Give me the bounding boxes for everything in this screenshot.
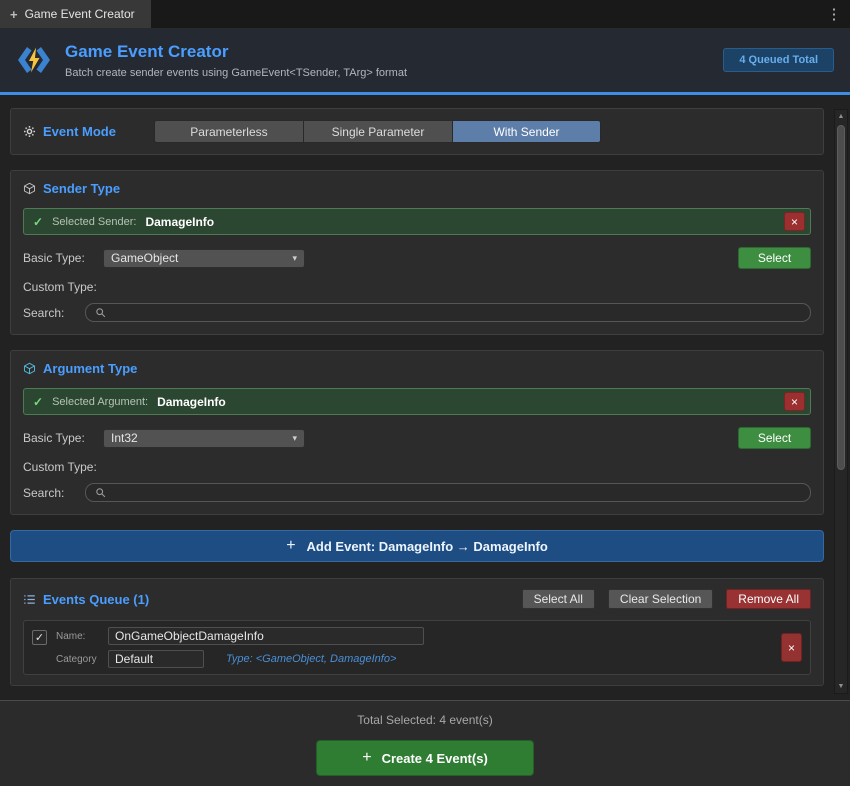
event-name-input[interactable] <box>108 627 424 645</box>
argument-search-box <box>85 483 811 502</box>
event-mode-title-row: Event Mode <box>23 124 116 139</box>
main-content: Event Mode Parameterless Single Paramete… <box>0 95 850 700</box>
queue-item-checkbox[interactable]: ✓ <box>32 630 47 645</box>
cube-icon <box>23 362 36 375</box>
argument-basic-type-row: Basic Type: Int32 ▾ Select <box>23 427 811 449</box>
search-icon <box>96 308 106 318</box>
selected-argument-value: DamageInfo <box>157 394 226 409</box>
queue-item: ✓ Name: Category Type: <GameObject, Dama… <box>23 620 811 675</box>
create-events-button[interactable]: + Create 4 Event(s) <box>316 740 534 776</box>
clear-argument-button[interactable]: × <box>784 392 805 411</box>
selected-argument-label: Selected Argument: <box>52 395 149 408</box>
sender-search-box <box>85 303 811 322</box>
footer-bar: Total Selected: 4 event(s) + Create 4 Ev… <box>0 700 850 786</box>
events-queue-title: Events Queue (1) <box>43 591 150 607</box>
queued-total-badge: 4 Queued Total <box>723 48 834 72</box>
clear-sender-button[interactable]: × <box>784 212 805 231</box>
argument-selected-row: ✓ Selected Argument: DamageInfo × <box>23 388 811 415</box>
add-event-label: Add Event: DamageInfo → DamageInfo <box>306 538 548 554</box>
sender-search-label: Search: <box>23 305 65 320</box>
select-all-button[interactable]: Select All <box>521 589 595 609</box>
sender-selected-row: ✓ Selected Sender: DamageInfo × <box>23 208 811 235</box>
remove-event-button[interactable]: × <box>781 633 802 662</box>
clear-selection-button[interactable]: Clear Selection <box>607 589 714 609</box>
event-mode-title: Event Mode <box>43 124 116 139</box>
remove-all-button[interactable]: Remove All <box>726 589 811 609</box>
add-event-button[interactable]: + Add Event: DamageInfo → DamageInfo <box>10 530 824 562</box>
event-category-input[interactable] <box>108 650 204 668</box>
events-queue-section: Events Queue (1) Select All Clear Select… <box>10 578 824 686</box>
argument-basic-type-dropdown[interactable]: Int32 ▾ <box>103 428 305 448</box>
argument-search-input[interactable] <box>112 485 801 500</box>
event-type-info: Type: <GameObject, DamageInfo> <box>226 653 397 665</box>
event-mode-toggle-group: Parameterless Single Parameter With Send… <box>153 120 601 143</box>
events-queue-title-row: Events Queue (1) <box>23 592 149 607</box>
queue-item-fields: Name: Category Type: <GameObject, Damage… <box>56 627 772 668</box>
sender-basic-type-row: Basic Type: GameObject ▾ Select <box>23 247 811 269</box>
sender-basic-type-dropdown[interactable]: GameObject ▾ <box>103 248 305 268</box>
chevron-down-icon: ▾ <box>292 252 297 263</box>
page-subtitle: Batch create sender events using GameEve… <box>65 66 407 79</box>
sender-custom-type-row: Custom Type: <box>23 280 811 294</box>
sender-select-button[interactable]: Select <box>738 247 811 269</box>
scrollbar-track[interactable] <box>835 123 847 680</box>
argument-select-button[interactable]: Select <box>738 427 811 449</box>
tab-plus-icon: + <box>10 6 18 22</box>
tab-title: Game Event Creator <box>24 7 135 21</box>
page-title: Game Event Creator <box>65 41 229 61</box>
argument-search-label: Search: <box>23 485 65 500</box>
argument-search-row: Search: <box>23 483 811 502</box>
argument-basic-type-label: Basic Type: <box>23 431 85 445</box>
check-icon: ✓ <box>33 214 44 229</box>
scrollbar-thumb[interactable] <box>837 125 845 471</box>
tab-bar: + Game Event Creator ⋮ <box>0 0 850 28</box>
sender-type-title-row: Sender Type <box>23 181 811 196</box>
name-label: Name: <box>56 630 86 642</box>
header: Game Event Creator Batch create sender e… <box>0 28 850 92</box>
tab-game-event-creator[interactable]: + Game Event Creator <box>0 0 151 28</box>
sender-type-section: Sender Type ✓ Selected Sender: DamageInf… <box>10 170 824 335</box>
sender-basic-type-label: Basic Type: <box>23 251 85 265</box>
plus-icon: + <box>286 537 296 554</box>
queue-item-name-row: Name: <box>56 627 772 645</box>
vertical-scrollbar: ▲ ▼ <box>834 109 848 694</box>
check-icon: ✓ <box>33 394 44 409</box>
mode-parameterless-button[interactable]: Parameterless <box>153 120 303 143</box>
gear-icon <box>23 125 36 138</box>
sender-type-title: Sender Type <box>43 181 121 196</box>
chevron-down-icon: ▾ <box>292 432 297 443</box>
create-events-label: Create 4 Event(s) <box>381 750 488 766</box>
argument-type-section: Argument Type ✓ Selected Argument: Damag… <box>10 350 824 515</box>
sender-basic-type-value: GameObject <box>111 251 179 265</box>
event-mode-section: Event Mode Parameterless Single Paramete… <box>10 108 824 155</box>
cube-icon <box>23 182 36 195</box>
lightning-logo-icon <box>18 47 50 73</box>
argument-custom-type-row: Custom Type: <box>23 460 811 474</box>
category-label: Category <box>56 653 97 665</box>
argument-custom-type-label: Custom Type: <box>23 460 97 474</box>
plus-icon: + <box>362 749 372 766</box>
selected-sender-value: DamageInfo <box>145 214 215 229</box>
argument-basic-type-value: Int32 <box>111 431 138 445</box>
events-queue-header: Events Queue (1) Select All Clear Select… <box>23 589 811 609</box>
sender-custom-type-label: Custom Type: <box>23 280 97 294</box>
kebab-menu-icon[interactable]: ⋮ <box>818 0 850 28</box>
list-icon <box>24 594 35 604</box>
mode-with-sender-button[interactable]: With Sender <box>451 120 601 143</box>
header-text: Game Event Creator Batch create sender e… <box>65 42 407 79</box>
argument-type-title: Argument Type <box>43 361 138 376</box>
scroll-up-icon[interactable]: ▲ <box>835 110 847 123</box>
sender-search-input[interactable] <box>112 305 801 320</box>
search-icon <box>96 488 106 498</box>
mode-single-parameter-button[interactable]: Single Parameter <box>302 120 452 143</box>
argument-type-title-row: Argument Type <box>23 361 811 376</box>
queue-item-category-row: Category Type: <GameObject, DamageInfo> <box>56 650 772 668</box>
game-event-creator-window: + Game Event Creator ⋮ Game Event Creato… <box>0 0 850 786</box>
scroll-down-icon[interactable]: ▼ <box>835 680 847 693</box>
total-selected-text: Total Selected: 4 event(s) <box>357 713 493 727</box>
selected-sender-label: Selected Sender: <box>52 215 137 228</box>
sender-search-row: Search: <box>23 303 811 322</box>
